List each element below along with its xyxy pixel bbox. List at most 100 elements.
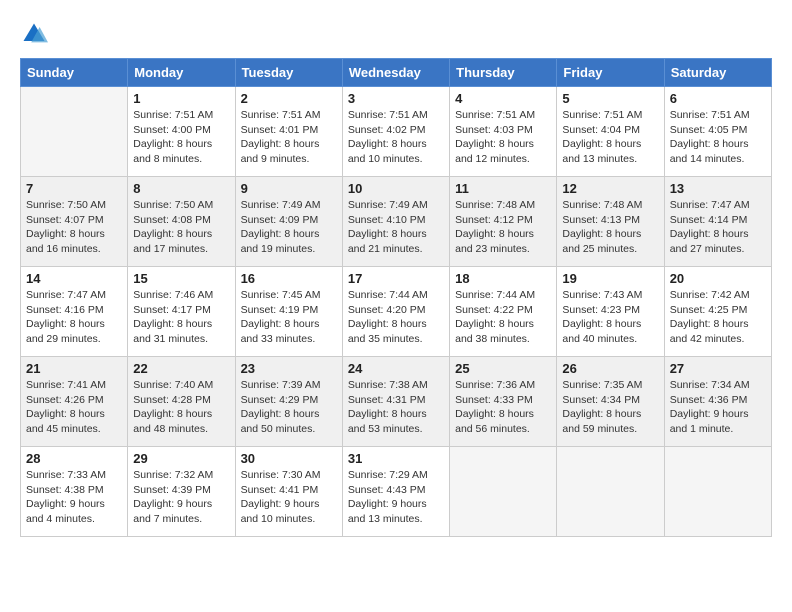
day-info: Sunrise: 7:38 AMSunset: 4:31 PMDaylight:… (348, 378, 444, 437)
week-row: 14 Sunrise: 7:47 AMSunset: 4:16 PMDayligh… (21, 267, 772, 357)
day-info: Sunrise: 7:44 AMSunset: 4:20 PMDaylight:… (348, 288, 444, 347)
day-number: 10 (348, 181, 444, 196)
day-cell: 4 Sunrise: 7:51 AMSunset: 4:03 PMDaylight… (450, 87, 557, 177)
day-cell: 17 Sunrise: 7:44 AMSunset: 4:20 PMDayligh… (342, 267, 449, 357)
day-number: 30 (241, 451, 337, 466)
header-day: Friday (557, 59, 664, 87)
week-row: 1 Sunrise: 7:51 AMSunset: 4:00 PMDaylight… (21, 87, 772, 177)
day-info: Sunrise: 7:50 AMSunset: 4:07 PMDaylight:… (26, 198, 122, 257)
day-cell: 3Sunrise: 7:51 AMSunset: 4:02 PMDaylight… (342, 87, 449, 177)
day-number: 31 (348, 451, 444, 466)
day-info: Sunrise: 7:40 AMSunset: 4:28 PMDaylight:… (133, 378, 229, 437)
day-number: 20 (670, 271, 766, 286)
day-number: 13 (670, 181, 766, 196)
day-number: 26 (562, 361, 658, 376)
day-number: 25 (455, 361, 551, 376)
day-number: 17 (348, 271, 444, 286)
day-number: 27 (670, 361, 766, 376)
day-cell: 7 Sunrise: 7:50 AMSunset: 4:07 PMDaylight… (21, 177, 128, 267)
day-cell: 25 Sunrise: 7:36 AMSunset: 4:33 PMDayligh… (450, 357, 557, 447)
day-number: 28 (26, 451, 122, 466)
day-info: Sunrise: 7:29 AMSunset: 4:43 PMDaylight:… (348, 468, 444, 527)
day-number: 1 (133, 91, 229, 106)
day-cell: 19 Sunrise: 7:43 AMSunset: 4:23 PMDayligh… (557, 267, 664, 357)
day-info: Sunrise: 7:35 AMSunset: 4:34 PMDaylight:… (562, 378, 658, 437)
day-cell: 14 Sunrise: 7:47 AMSunset: 4:16 PMDayligh… (21, 267, 128, 357)
day-cell (664, 447, 771, 537)
day-cell: 2 Sunrise: 7:51 AMSunset: 4:01 PMDaylight… (235, 87, 342, 177)
day-info: Sunrise: 7:48 AMSunset: 4:12 PMDaylight:… (455, 198, 551, 257)
day-info: Sunrise: 7:33 AMSunset: 4:38 PMDaylight:… (26, 468, 122, 527)
logo (20, 20, 52, 48)
day-info: Sunrise: 7:39 AMSunset: 4:29 PMDaylight:… (241, 378, 337, 437)
day-cell: 27 Sunrise: 7:34 AMSunset: 4:36 PMDayligh… (664, 357, 771, 447)
day-number: 7 (26, 181, 122, 196)
day-cell: 10 Sunrise: 7:49 AMSunset: 4:10 PMDayligh… (342, 177, 449, 267)
day-cell: 11Sunrise: 7:48 AMSunset: 4:12 PMDayligh… (450, 177, 557, 267)
week-row: 28 Sunrise: 7:33 AMSunset: 4:38 PMDayligh… (21, 447, 772, 537)
day-number: 23 (241, 361, 337, 376)
day-info: Sunrise: 7:48 AMSunset: 4:13 PMDaylight:… (562, 198, 658, 257)
day-info: Sunrise: 7:45 AMSunset: 4:19 PMDaylight:… (241, 288, 337, 347)
day-info: Sunrise: 7:43 AMSunset: 4:23 PMDaylight:… (562, 288, 658, 347)
day-cell: 30 Sunrise: 7:30 AMSunset: 4:41 PMDayligh… (235, 447, 342, 537)
day-info: Sunrise: 7:49 AMSunset: 4:10 PMDaylight:… (348, 198, 444, 257)
day-number: 19 (562, 271, 658, 286)
day-cell: 28 Sunrise: 7:33 AMSunset: 4:38 PMDayligh… (21, 447, 128, 537)
day-cell: 26 Sunrise: 7:35 AMSunset: 4:34 PMDayligh… (557, 357, 664, 447)
logo-icon (20, 20, 48, 48)
day-cell: 20 Sunrise: 7:42 AMSunset: 4:25 PMDayligh… (664, 267, 771, 357)
day-cell: 5 Sunrise: 7:51 AMSunset: 4:04 PMDaylight… (557, 87, 664, 177)
day-info: Sunrise: 7:47 AMSunset: 4:14 PMDaylight:… (670, 198, 766, 257)
week-row: 7 Sunrise: 7:50 AMSunset: 4:07 PMDaylight… (21, 177, 772, 267)
day-number: 6 (670, 91, 766, 106)
day-cell: 16 Sunrise: 7:45 AMSunset: 4:19 PMDayligh… (235, 267, 342, 357)
day-number: 2 (241, 91, 337, 106)
day-info: Sunrise: 7:51 AMSunset: 4:01 PMDaylight:… (241, 108, 337, 167)
day-number: 5 (562, 91, 658, 106)
day-number: 24 (348, 361, 444, 376)
day-number: 18 (455, 271, 551, 286)
day-info: Sunrise: 7:42 AMSunset: 4:25 PMDaylight:… (670, 288, 766, 347)
header-day: Saturday (664, 59, 771, 87)
day-info: Sunrise: 7:51 AMSunset: 4:03 PMDaylight:… (455, 108, 551, 167)
day-number: 21 (26, 361, 122, 376)
day-info: Sunrise: 7:32 AMSunset: 4:39 PMDaylight:… (133, 468, 229, 527)
day-info: Sunrise: 7:46 AMSunset: 4:17 PMDaylight:… (133, 288, 229, 347)
day-cell: 23 Sunrise: 7:39 AMSunset: 4:29 PMDayligh… (235, 357, 342, 447)
day-cell: 1 Sunrise: 7:51 AMSunset: 4:00 PMDaylight… (128, 87, 235, 177)
day-number: 14 (26, 271, 122, 286)
day-cell: 18Sunrise: 7:44 AMSunset: 4:22 PMDayligh… (450, 267, 557, 357)
day-cell: 15 Sunrise: 7:46 AMSunset: 4:17 PMDayligh… (128, 267, 235, 357)
day-info: Sunrise: 7:51 AMSunset: 4:02 PMDaylight:… (348, 108, 444, 167)
day-cell (557, 447, 664, 537)
day-info: Sunrise: 7:34 AMSunset: 4:36 PMDaylight:… (670, 378, 766, 437)
day-number: 12 (562, 181, 658, 196)
day-cell: 6Sunrise: 7:51 AMSunset: 4:05 PMDaylight… (664, 87, 771, 177)
day-info: Sunrise: 7:30 AMSunset: 4:41 PMDaylight:… (241, 468, 337, 527)
day-info: Sunrise: 7:47 AMSunset: 4:16 PMDaylight:… (26, 288, 122, 347)
header-day: Tuesday (235, 59, 342, 87)
day-cell: 29 Sunrise: 7:32 AMSunset: 4:39 PMDayligh… (128, 447, 235, 537)
day-cell: 31 Sunrise: 7:29 AMSunset: 4:43 PMDayligh… (342, 447, 449, 537)
day-number: 9 (241, 181, 337, 196)
day-number: 8 (133, 181, 229, 196)
day-number: 15 (133, 271, 229, 286)
day-cell: 21 Sunrise: 7:41 AMSunset: 4:26 PMDayligh… (21, 357, 128, 447)
day-info: Sunrise: 7:41 AMSunset: 4:26 PMDaylight:… (26, 378, 122, 437)
day-info: Sunrise: 7:51 AMSunset: 4:04 PMDaylight:… (562, 108, 658, 167)
day-number: 4 (455, 91, 551, 106)
day-number: 29 (133, 451, 229, 466)
day-cell (450, 447, 557, 537)
day-info: Sunrise: 7:49 AMSunset: 4:09 PMDaylight:… (241, 198, 337, 257)
day-info: Sunrise: 7:51 AMSunset: 4:00 PMDaylight:… (133, 108, 229, 167)
header-day: Sunday (21, 59, 128, 87)
day-info: Sunrise: 7:36 AMSunset: 4:33 PMDaylight:… (455, 378, 551, 437)
header-row: SundayMondayTuesdayWednesdayThursdayFrid… (21, 59, 772, 87)
day-cell: 8Sunrise: 7:50 AMSunset: 4:08 PMDaylight… (128, 177, 235, 267)
day-cell (21, 87, 128, 177)
header-day: Thursday (450, 59, 557, 87)
calendar-table: SundayMondayTuesdayWednesdayThursdayFrid… (20, 58, 772, 537)
header-day: Wednesday (342, 59, 449, 87)
day-number: 16 (241, 271, 337, 286)
